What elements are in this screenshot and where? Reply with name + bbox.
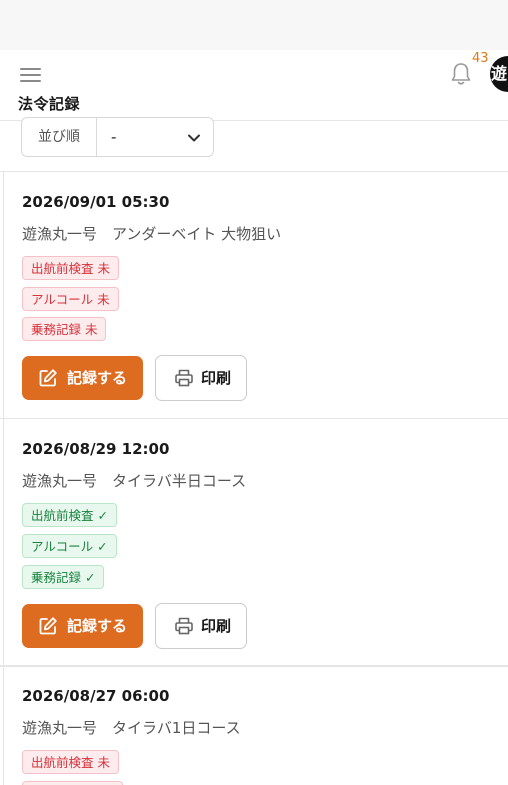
record-date: 2026/08/29 12:00 [22,440,170,458]
edit-icon [39,617,57,635]
browser-top-band [0,0,508,50]
page-title: 法令記録 [18,95,81,113]
printer-icon [175,617,193,635]
record-card: 2026/09/01 05:30 遊漁丸一号 アンダーベイト 大物狙い 出航前検… [4,172,508,418]
record-button[interactable]: 記録する [22,604,143,648]
notification-count-badge: 43 [472,51,489,66]
status-badge-duty-log: 乗務記録 ✓ [22,565,105,589]
record-card: 2026/08/27 06:00 遊漁丸一号 タイラバ1日コース 出航前検査 未 [4,667,508,785]
print-button-label: 印刷 [201,369,232,387]
menu-icon[interactable] [20,67,42,83]
status-badge-alcohol: アルコール ✓ [22,534,117,558]
status-badge-alcohol: アルコール 未 [22,287,119,311]
status-badge-duty-log: 乗務記録 未 [22,317,107,341]
printer-icon [175,369,193,387]
chevron-down-icon [188,134,200,142]
status-badge-pre-departure: 出航前検査 未 [22,750,119,774]
record-subtitle: 遊漁丸一号 タイラバ1日コース [22,719,241,737]
print-button[interactable]: 印刷 [155,603,247,649]
record-button-label: 記録する [67,617,128,635]
print-button-label: 印刷 [201,617,232,635]
record-subtitle: 遊漁丸一号 タイラバ半日コース [22,472,247,490]
sort-select[interactable]: - [97,118,213,156]
record-button-label: 記録する [67,369,128,387]
avatar[interactable]: 遊 [490,56,508,92]
status-badge-pre-departure: 出航前検査 ✓ [22,503,117,527]
record-date: 2026/09/01 05:30 [22,193,170,211]
status-badge-partial [22,781,123,785]
record-card: 2026/08/29 12:00 遊漁丸一号 タイラバ半日コース 出航前検査 ✓… [4,419,508,665]
edit-icon [39,369,57,387]
record-subtitle: 遊漁丸一号 アンダーベイト 大物狙い [22,225,282,243]
print-button[interactable]: 印刷 [155,355,247,401]
record-button[interactable]: 記録する [22,356,143,400]
sort-control: 並び順 - [21,117,214,157]
status-badge-pre-departure: 出航前検査 未 [22,256,119,280]
record-date: 2026/08/27 06:00 [22,687,170,705]
sort-label: 並び順 [22,118,97,156]
sort-selected-value: - [111,128,117,146]
bell-icon[interactable] [449,61,473,87]
app-header: 法令記録 43 遊 [0,50,508,121]
